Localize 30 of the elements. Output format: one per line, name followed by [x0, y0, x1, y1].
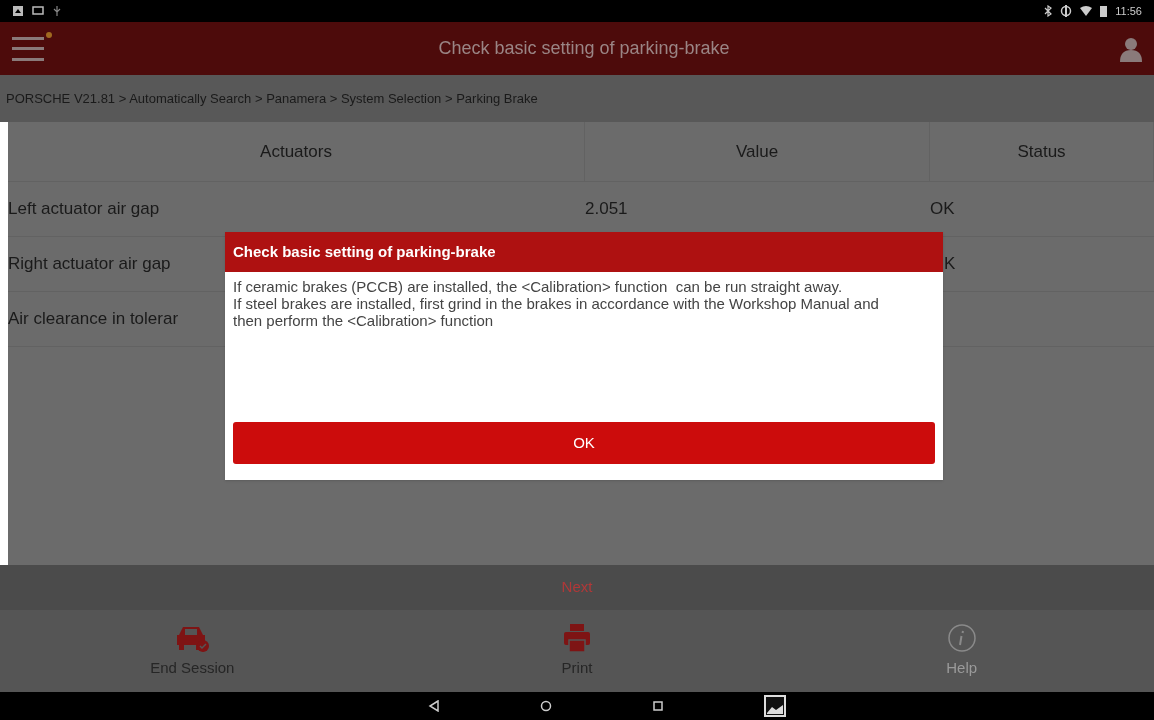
- column-header: Status: [1017, 140, 1066, 163]
- dialog-message: If ceramic brakes (PCCB) are installed, the <Calibration> function can be run straight away.: [233, 278, 844, 295]
- dialog-message: If steel brakes are installed, first grind in the brakes in accordance with the Workshop Manual and then perform the <Calibration> function: [233, 295, 880, 329]
- column-header: Actuators: [260, 140, 332, 163]
- table-cell: Air clearance in tolerar: [8, 309, 179, 329]
- user-icon[interactable]: [1120, 35, 1142, 62]
- table-cell: 2.051: [585, 199, 628, 219]
- usb-icon: [52, 5, 62, 17]
- printer-icon: [563, 622, 591, 653]
- next-button[interactable]: Next: [561, 576, 593, 599]
- screen-title: Check basic setting of parking-brake: [437, 37, 731, 60]
- breadcrumb: PORSCHE V21.81 > Automatically Search > Panamera > System Selection > Parking Brake: [0, 75, 1154, 122]
- bluetooth-icon: [1044, 5, 1053, 17]
- table-cell: K: [944, 254, 956, 274]
- gallery-icon[interactable]: [764, 695, 786, 717]
- info-icon: [946, 622, 977, 653]
- column-header: Value: [735, 140, 779, 163]
- ok-button[interactable]: OK: [233, 422, 935, 464]
- dialog-title: Check basic setting of parking-brake: [225, 232, 943, 272]
- recents-icon[interactable]: [652, 700, 664, 712]
- screen-icon: [32, 6, 44, 16]
- back-icon[interactable]: [428, 700, 440, 712]
- table-cell: Right actuator air gap: [8, 254, 171, 274]
- notification-icon: [12, 5, 24, 17]
- clock: 11:56: [1115, 3, 1142, 19]
- table-cell: OK: [930, 199, 955, 219]
- wifi-icon: [1080, 6, 1093, 16]
- table-cell: Left actuator air gap: [8, 199, 160, 219]
- home-icon[interactable]: [540, 700, 552, 712]
- battery-icon: [1100, 5, 1108, 17]
